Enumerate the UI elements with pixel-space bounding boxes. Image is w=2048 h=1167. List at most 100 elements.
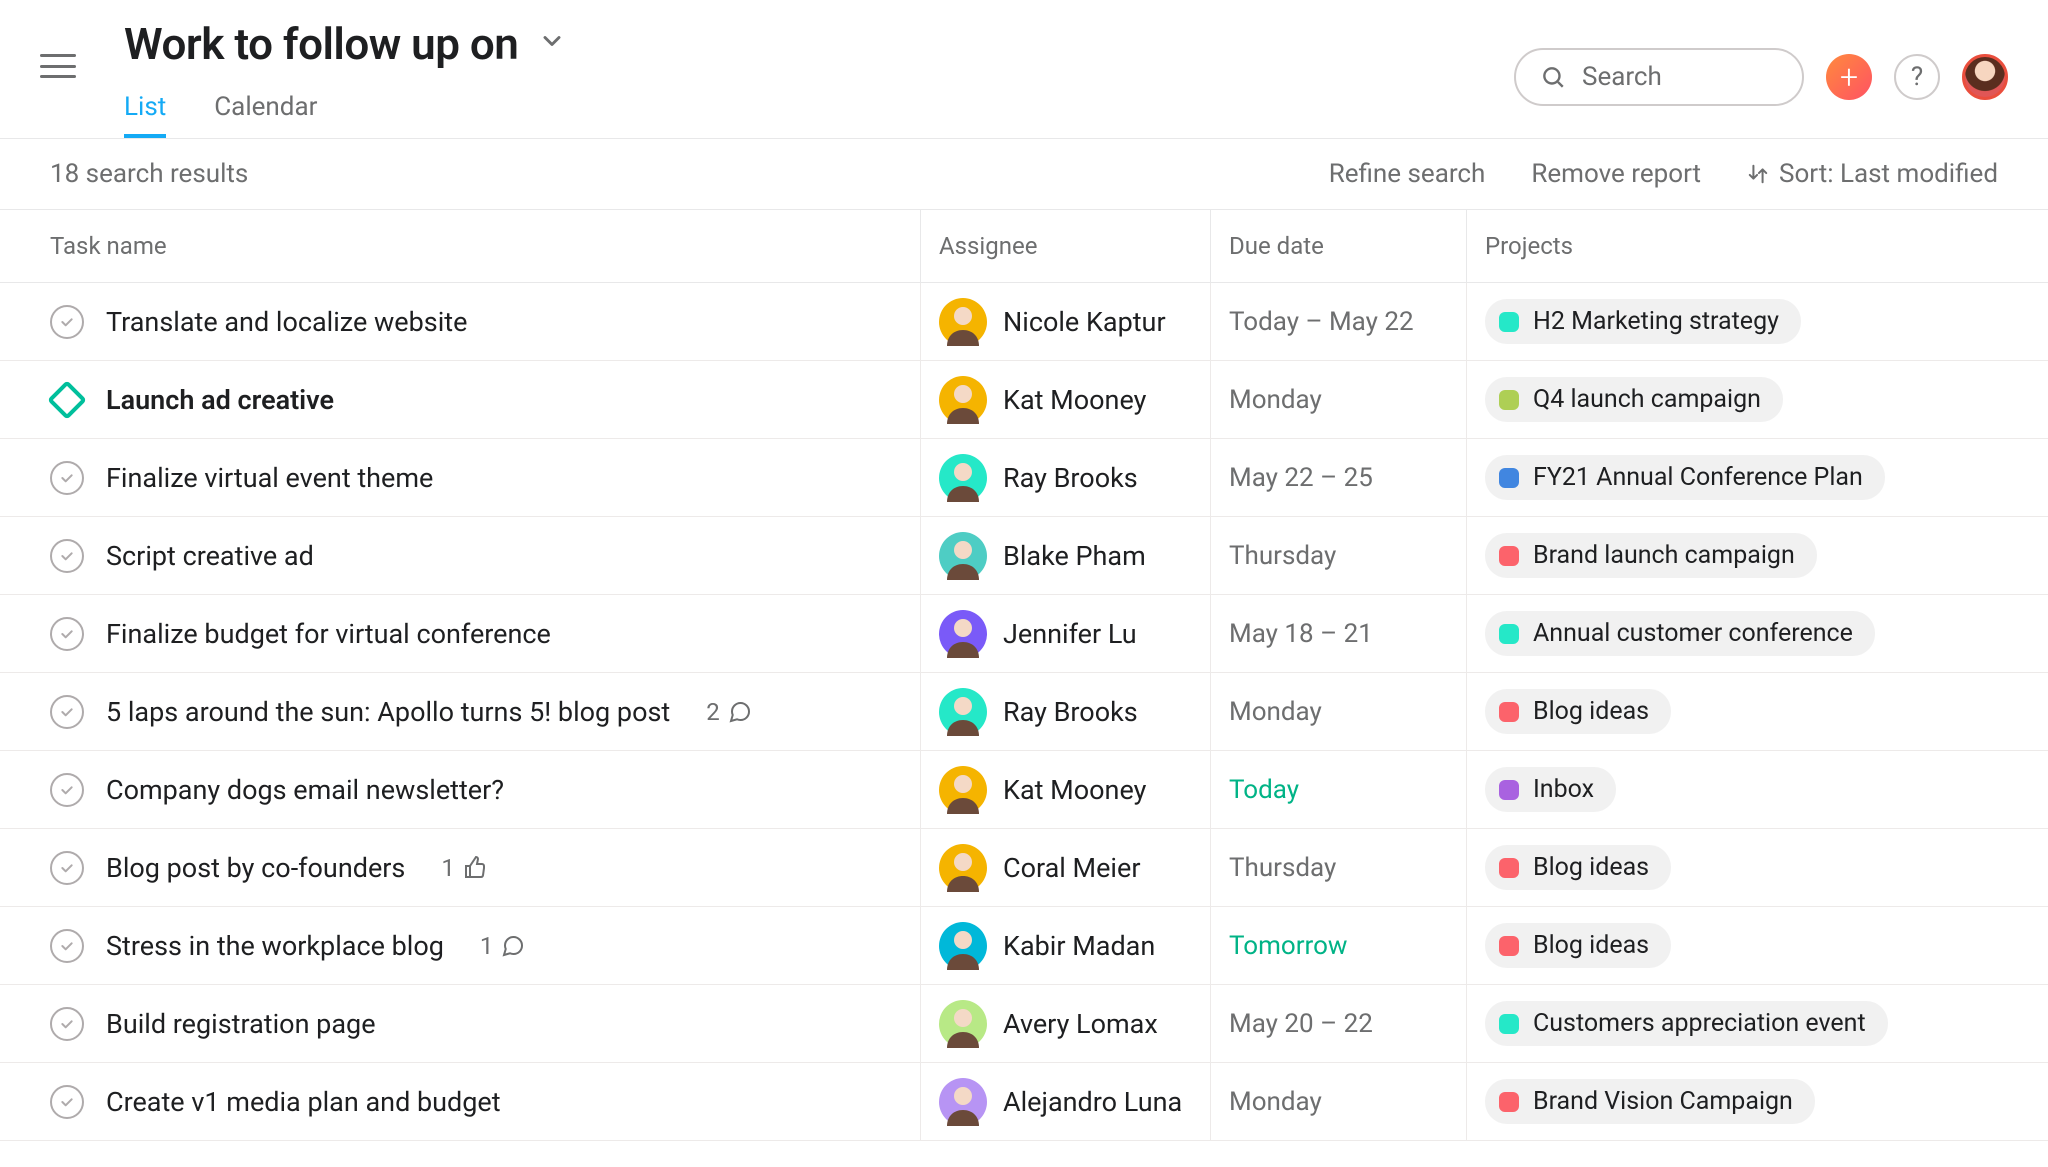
assignee-avatar[interactable] <box>939 844 987 892</box>
project-pill[interactable]: Blog ideas <box>1485 845 1671 890</box>
complete-checkbox[interactable] <box>50 851 84 885</box>
task-name[interactable]: Blog post by co-founders <box>106 852 405 884</box>
due-date[interactable]: Today <box>1210 751 1466 828</box>
column-header-due[interactable]: Due date <box>1210 210 1466 282</box>
remove-report-button[interactable]: Remove report <box>1531 159 1701 189</box>
project-color-dot <box>1499 780 1519 800</box>
task-name[interactable]: 5 laps around the sun: Apollo turns 5! b… <box>106 696 670 728</box>
assignee-avatar[interactable] <box>939 454 987 502</box>
task-row[interactable]: Translate and localize website Nicole Kap… <box>0 283 2048 361</box>
task-row[interactable]: Finalize budget for virtual conference Je… <box>0 595 2048 673</box>
assignee-avatar[interactable] <box>939 688 987 736</box>
complete-checkbox[interactable] <box>50 929 84 963</box>
complete-checkbox[interactable] <box>50 773 84 807</box>
result-count: 18 search results <box>50 159 248 189</box>
assignee-avatar[interactable] <box>939 376 987 424</box>
due-date[interactable]: Tomorrow <box>1210 907 1466 984</box>
project-color-dot <box>1499 624 1519 644</box>
assignee-avatar[interactable] <box>939 298 987 346</box>
complete-checkbox[interactable] <box>50 1085 84 1119</box>
user-avatar[interactable] <box>1962 54 2008 100</box>
due-date[interactable]: Monday <box>1210 673 1466 750</box>
task-name[interactable]: Script creative ad <box>106 540 314 572</box>
project-pill[interactable]: Brand launch campaign <box>1485 533 1817 578</box>
project-pill[interactable]: Brand Vision Campaign <box>1485 1079 1815 1124</box>
project-pill[interactable]: FY21 Annual Conference Plan <box>1485 455 1885 500</box>
due-date[interactable]: May 20 – 22 <box>1210 985 1466 1062</box>
sort-label: Sort: Last modified <box>1779 159 1998 189</box>
task-name[interactable]: Finalize virtual event theme <box>106 462 433 494</box>
assignee-name: Blake Pham <box>1003 540 1146 572</box>
task-name[interactable]: Launch ad creative <box>106 384 334 416</box>
task-row[interactable]: Launch ad creativeKat MooneyMondayQ4 lau… <box>0 361 2048 439</box>
comment-count[interactable]: 2 <box>706 698 752 726</box>
refine-search-button[interactable]: Refine search <box>1329 159 1486 189</box>
project-pill[interactable]: Q4 launch campaign <box>1485 377 1783 422</box>
task-row[interactable]: Script creative ad Blake Pham Thursday Bran… <box>0 517 2048 595</box>
add-button[interactable]: + <box>1826 54 1872 100</box>
project-pill[interactable]: Annual customer conference <box>1485 611 1875 656</box>
complete-checkbox[interactable] <box>50 305 84 339</box>
sort-button[interactable]: Sort: Last modified <box>1747 159 1998 189</box>
task-name[interactable]: Create v1 media plan and budget <box>106 1086 501 1118</box>
complete-checkbox[interactable] <box>50 461 84 495</box>
sort-icon <box>1747 163 1769 185</box>
milestone-icon[interactable] <box>47 380 87 420</box>
task-name[interactable]: Finalize budget for virtual conference <box>106 618 551 650</box>
tab-list[interactable]: List <box>124 92 166 138</box>
due-date[interactable]: Today – May 22 <box>1210 283 1466 360</box>
complete-checkbox[interactable] <box>50 1007 84 1041</box>
assignee-name: Nicole Kaptur <box>1003 306 1166 338</box>
column-header-task[interactable]: Task name <box>0 210 920 282</box>
task-row[interactable]: Blog post by co-founders1Coral MeierThur… <box>0 829 2048 907</box>
due-date[interactable]: Monday <box>1210 1063 1466 1140</box>
complete-checkbox[interactable] <box>50 695 84 729</box>
assignee-avatar[interactable] <box>939 766 987 814</box>
task-name[interactable]: Build registration page <box>106 1008 376 1040</box>
column-header-projects[interactable]: Projects <box>1466 210 2048 282</box>
tab-calendar[interactable]: Calendar <box>214 92 317 138</box>
project-pill[interactable]: Blog ideas <box>1485 923 1671 968</box>
due-date[interactable]: Monday <box>1210 361 1466 438</box>
assignee-avatar[interactable] <box>939 1000 987 1048</box>
task-name[interactable]: Translate and localize website <box>106 306 467 338</box>
like-count[interactable]: 1 <box>441 854 487 882</box>
task-row[interactable]: Company dogs email newsletter?Kat Mooney… <box>0 751 2048 829</box>
due-date[interactable]: Thursday <box>1210 517 1466 594</box>
assignee-avatar[interactable] <box>939 1078 987 1126</box>
search-input[interactable]: Search <box>1514 48 1804 106</box>
project-name: FY21 Annual Conference Plan <box>1533 463 1863 492</box>
complete-checkbox[interactable] <box>50 539 84 573</box>
project-pill[interactable]: Inbox <box>1485 767 1616 812</box>
comment-count[interactable]: 1 <box>480 932 526 960</box>
due-date[interactable]: Thursday <box>1210 829 1466 906</box>
task-name[interactable]: Company dogs email newsletter? <box>106 774 504 806</box>
project-pill[interactable]: H2 Marketing strategy <box>1485 299 1801 344</box>
assignee-avatar[interactable] <box>939 610 987 658</box>
project-color-dot <box>1499 936 1519 956</box>
project-name: Blog ideas <box>1533 853 1649 882</box>
task-row[interactable]: 5 laps around the sun: Apollo turns 5! b… <box>0 673 2048 751</box>
page-title: Work to follow up on <box>124 18 518 70</box>
task-row[interactable]: Build registration pageAvery LomaxMay 20… <box>0 985 2048 1063</box>
task-row[interactable]: Stress in the workplace blog1Kabir Madan… <box>0 907 2048 985</box>
project-color-dot <box>1499 1014 1519 1034</box>
project-color-dot <box>1499 1092 1519 1112</box>
task-row[interactable]: Create v1 media plan and budgetAlejandro… <box>0 1063 2048 1141</box>
task-row[interactable]: Finalize virtual event themeRay BrooksMa… <box>0 439 2048 517</box>
help-button[interactable]: ? <box>1894 54 1940 100</box>
assignee-avatar[interactable] <box>939 922 987 970</box>
task-name[interactable]: Stress in the workplace blog <box>106 930 444 962</box>
due-date[interactable]: May 22 – 25 <box>1210 439 1466 516</box>
complete-checkbox[interactable] <box>50 617 84 651</box>
assignee-name: Jennifer Lu <box>1003 618 1137 650</box>
project-pill[interactable]: Customers appreciation event <box>1485 1001 1888 1046</box>
due-date[interactable]: May 18 – 21 <box>1210 595 1466 672</box>
project-name: H2 Marketing strategy <box>1533 307 1779 336</box>
project-name: Brand Vision Campaign <box>1533 1087 1793 1116</box>
column-header-assignee[interactable]: Assignee <box>920 210 1210 282</box>
project-pill[interactable]: Blog ideas <box>1485 689 1671 734</box>
hamburger-menu-icon[interactable] <box>40 48 76 84</box>
chevron-down-icon[interactable] <box>538 27 566 62</box>
assignee-avatar[interactable] <box>939 532 987 580</box>
